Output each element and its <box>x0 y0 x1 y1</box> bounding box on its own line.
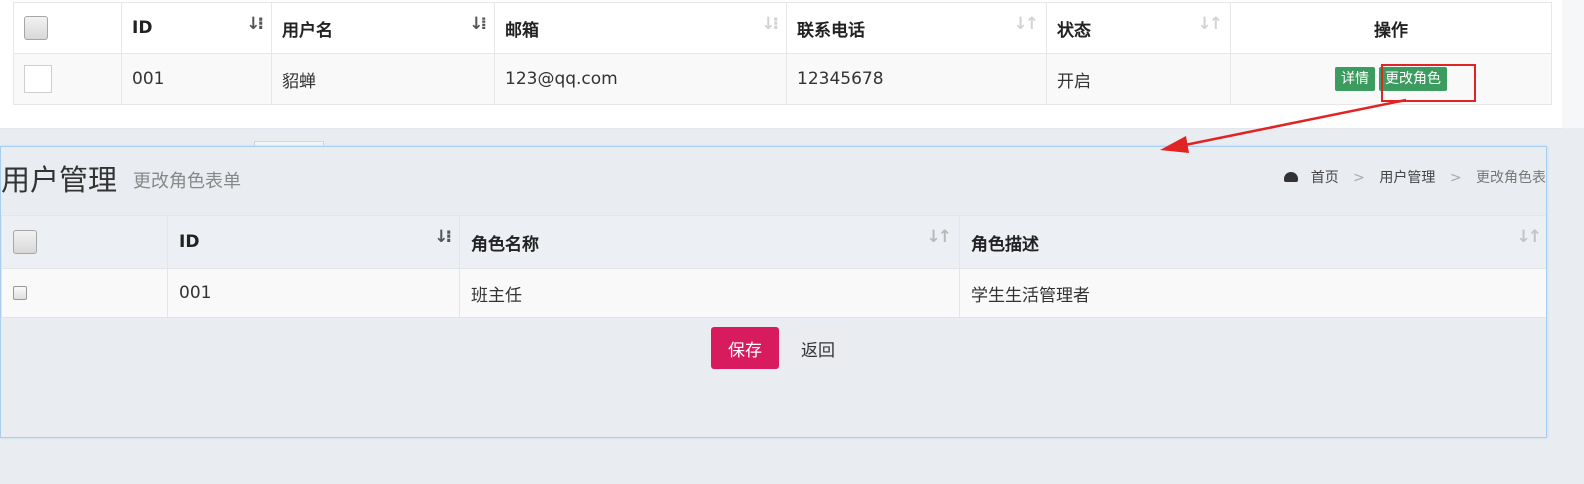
annotation-arrow <box>1160 98 1407 153</box>
